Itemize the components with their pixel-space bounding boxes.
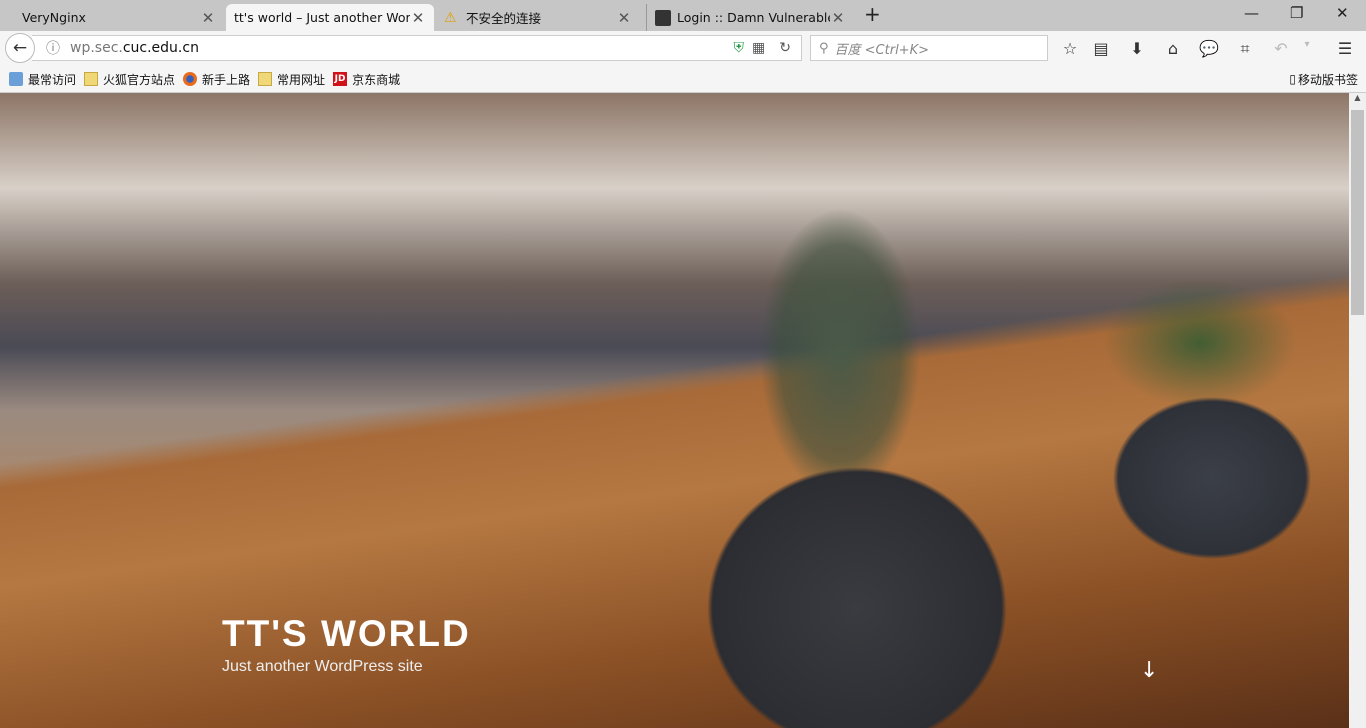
scroll-up-icon[interactable]: ▲: [1349, 93, 1366, 102]
most-visited-icon: [9, 72, 23, 86]
mobile-bookmarks[interactable]: ▯ 移动版书签: [1289, 71, 1358, 88]
crop-icon[interactable]: ⌗: [1235, 39, 1255, 59]
home-icon[interactable]: ⌂: [1163, 39, 1183, 58]
reload-icon[interactable]: ↻: [779, 40, 791, 56]
search-placeholder: 百度 <Ctrl+K>: [834, 42, 929, 58]
url-domain: cuc.edu.cn: [122, 40, 199, 56]
bookmark-firefox-site[interactable]: 火狐官方站点: [84, 71, 175, 88]
tab-title: tt's world – Just another Word: [234, 10, 410, 25]
menu-icon[interactable]: ☰: [1335, 39, 1355, 58]
dropdown-icon[interactable]: ▾: [1297, 39, 1317, 50]
bookmark-label: 常用网址: [277, 72, 326, 87]
close-tab-icon[interactable]: ✕: [830, 9, 846, 27]
new-tab-button[interactable]: +: [864, 2, 881, 26]
folder-icon: [84, 72, 99, 86]
tab-dvwa-login[interactable]: Login :: Damn Vulnerable ✕: [646, 4, 854, 31]
reading-list-icon[interactable]: ▤: [1091, 39, 1111, 58]
bookmark-label: 新手上路: [202, 72, 251, 87]
close-tab-icon[interactable]: ✕: [410, 9, 426, 27]
search-icon: ⚲: [819, 40, 829, 56]
minimize-button[interactable]: —: [1244, 4, 1259, 22]
scrollbar-thumb[interactable]: [1351, 110, 1364, 315]
bookmark-label: 京东商城: [352, 72, 401, 87]
bookmarks-toolbar: 最常访问 火狐官方站点 新手上路 常用网址 JD 京东商城 ▯ 移动版书签: [0, 66, 1366, 93]
tab-verynginx[interactable]: VeryNginx ✕: [14, 4, 224, 31]
scrollbar[interactable]: ▲: [1349, 93, 1366, 728]
bookmark-label: 最常访问: [28, 72, 77, 87]
dvwa-icon: [655, 9, 671, 26]
bookmark-star-icon[interactable]: ☆: [1060, 39, 1080, 58]
phone-icon: ▯: [1289, 72, 1296, 86]
site-title[interactable]: TT'S WORLD: [222, 613, 471, 655]
tab-title: 不安全的连接: [466, 11, 542, 26]
close-window-button[interactable]: ✕: [1336, 4, 1349, 22]
tab-title: VeryNginx: [22, 10, 86, 25]
tab-bar: VeryNginx ✕ tt's world – Just another Wor…: [0, 0, 1366, 31]
bookmark-label: 移动版书签: [1297, 72, 1358, 87]
qr-code-icon[interactable]: ▦: [752, 40, 765, 56]
scroll-down-arrow-icon[interactable]: ↓: [1140, 658, 1158, 683]
chat-icon[interactable]: 💬: [1199, 39, 1219, 58]
url-bar[interactable]: ⓘ wp.sec. cuc.edu.cn ⛨ ▦ ↻: [32, 35, 802, 61]
navigation-toolbar: ⓘ wp.sec. cuc.edu.cn ⛨ ▦ ↻ ← ⚲ 百度 <Ctrl+K>…: [0, 31, 1366, 66]
firefox-icon: [183, 72, 198, 86]
back-button[interactable]: ←: [5, 33, 35, 63]
hero-image: TT'S WORLD Just another WordPress site ↓: [0, 93, 1349, 728]
tab-tts-world[interactable]: tt's world – Just another Word ✕: [226, 4, 434, 31]
bookmark-common-sites[interactable]: 常用网址: [258, 71, 325, 88]
search-input[interactable]: ⚲ 百度 <Ctrl+K>: [810, 35, 1048, 61]
bookmark-most-visited[interactable]: 最常访问: [9, 71, 76, 88]
jd-icon: JD: [333, 72, 348, 86]
warning-icon: ⚠: [444, 9, 457, 26]
info-icon[interactable]: ⓘ: [46, 38, 60, 58]
bookmark-getting-started[interactable]: 新手上路: [183, 71, 250, 88]
bookmark-label: 火狐官方站点: [103, 72, 176, 87]
close-tab-icon[interactable]: ✕: [616, 9, 632, 27]
undo-icon[interactable]: ↶: [1271, 39, 1291, 58]
download-icon[interactable]: ⬇: [1127, 39, 1147, 58]
folder-icon: [258, 72, 273, 86]
restore-button[interactable]: ❐: [1290, 4, 1303, 22]
bookmark-jd[interactable]: JD 京东商城: [333, 71, 400, 88]
close-tab-icon[interactable]: ✕: [200, 9, 216, 27]
url-prefix: wp.sec.: [70, 40, 123, 56]
shield-icon[interactable]: ⛨: [734, 40, 745, 56]
tab-insecure-connection[interactable]: ⚠ 不安全的连接 ✕: [436, 4, 640, 31]
site-description: Just another WordPress site: [222, 658, 423, 675]
tab-title: Login :: Damn Vulnerable: [677, 10, 830, 25]
